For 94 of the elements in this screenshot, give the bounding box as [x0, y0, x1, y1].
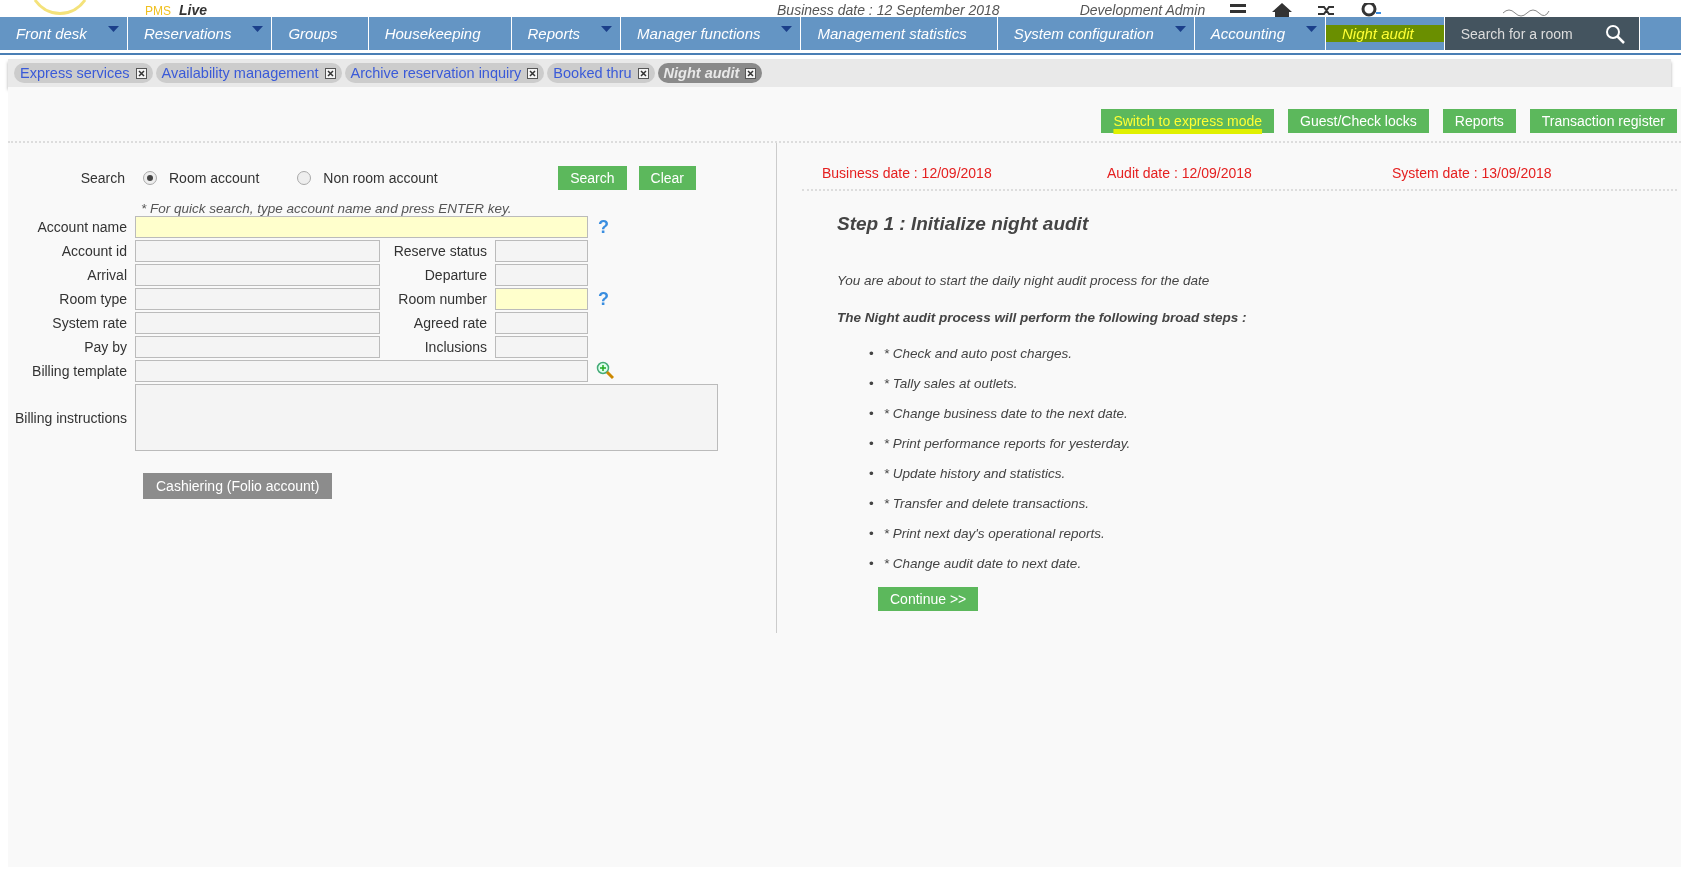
user-name: Development Admin	[1079, 3, 1206, 17]
field-label: Inclusions	[423, 339, 488, 355]
open-tab[interactable]: Night audit	[657, 63, 763, 83]
field-label: Arrival	[86, 267, 128, 283]
bullet-mark: •	[869, 376, 874, 392]
bullet-mark: •	[869, 556, 874, 572]
continue-button[interactable]: Continue >>	[878, 587, 979, 611]
radio-button[interactable]	[297, 171, 312, 185]
step-item: * Update history and statistics.	[883, 466, 1066, 482]
close-icon[interactable]	[745, 67, 757, 79]
open-tab[interactable]: Express services	[14, 63, 153, 83]
bullet-mark: •	[869, 466, 874, 482]
step-item: * Tally sales at outlets.	[883, 376, 1018, 392]
bullet-mark: •	[869, 406, 874, 422]
field-label: Account id	[60, 243, 128, 259]
date-text: Audit date : 12/09/2018	[1107, 165, 1253, 181]
field-label: System rate	[51, 315, 128, 331]
close-icon[interactable]	[527, 67, 539, 79]
field-label: Agreed rate	[412, 315, 488, 331]
field-label: Billing instructions	[13, 408, 128, 428]
input-field[interactable]	[495, 336, 588, 358]
toolbar-button[interactable]: Switch to express mode	[1101, 109, 1275, 133]
close-icon[interactable]	[637, 67, 649, 79]
input-field[interactable]	[135, 216, 588, 238]
radio-button[interactable]	[143, 171, 157, 185]
menu-item[interactable]: Reservations	[127, 17, 273, 50]
action-button[interactable]: Clear	[638, 166, 696, 190]
bullet-mark: •	[869, 436, 874, 452]
menu-item[interactable]: Front desk	[0, 17, 128, 50]
zoom-in-icon[interactable]	[596, 361, 614, 381]
input-field[interactable]	[135, 312, 380, 334]
bullet-mark: •	[869, 346, 874, 362]
step-item: * Check and auto post charges.	[883, 346, 1073, 362]
field-label: Room type	[58, 291, 128, 307]
field-label: Departure	[423, 267, 488, 283]
hint-text: * For quick search, type account name and press ENTER key.	[141, 201, 513, 216]
search-icon[interactable]	[1604, 23, 1625, 44]
help-link[interactable]: ?	[598, 288, 618, 310]
home-icon[interactable]	[1271, 3, 1294, 17]
intro-text: You are about to start the daily night audit process for the date	[837, 273, 1211, 288]
field-label: Room number	[397, 291, 488, 307]
field-label: Pay by	[83, 339, 128, 355]
menu-item[interactable]: Groups	[272, 17, 369, 50]
input-field[interactable]	[135, 240, 380, 262]
step-item: * Transfer and delete transactions.	[883, 496, 1090, 512]
close-icon[interactable]	[135, 67, 147, 79]
toolbar-button[interactable]: Transaction register	[1529, 109, 1677, 133]
field-label: Reserve status	[392, 243, 488, 259]
step-title: Step 1 : Initialize night audit	[837, 213, 1090, 235]
date-text: System date : 13/09/2018	[1392, 165, 1553, 181]
open-tab[interactable]: Archive reservation inquiry	[344, 63, 545, 83]
input-field[interactable]	[495, 288, 588, 310]
open-tab[interactable]: Booked thru	[547, 63, 655, 83]
step-item: * Change audit date to next date.	[883, 556, 1082, 572]
text-area[interactable]	[135, 384, 718, 451]
radio-option[interactable]: Non room account	[297, 170, 438, 186]
search-bar[interactable]: Search for a room	[1444, 17, 1640, 50]
step-item: * Print performance reports for yesterday.	[883, 436, 1131, 452]
refresh-icon[interactable]	[1359, 3, 1382, 17]
product-label: PMS	[145, 5, 171, 17]
bullet-mark: •	[869, 496, 874, 512]
input-field[interactable]	[135, 360, 588, 382]
input-field[interactable]	[495, 312, 588, 334]
step-item: * Print next day's operational reports.	[883, 526, 1105, 542]
environment-label: Live	[179, 3, 208, 17]
steps-heading: The Night audit process will perform the following broad steps :	[837, 310, 1248, 325]
radio-label: Room account	[169, 170, 260, 186]
room-search-field[interactable]: Search for a room	[1458, 24, 1593, 43]
input-field[interactable]	[135, 288, 380, 310]
close-icon[interactable]	[324, 67, 336, 79]
menu-item[interactable]: Housekeeping	[368, 17, 512, 50]
input-field[interactable]	[495, 264, 588, 286]
menu-item[interactable]: Manager functions	[621, 17, 802, 50]
field-label: Billing template	[31, 363, 128, 379]
menu-item[interactable]: Management statistics	[801, 17, 998, 50]
menu-item[interactable]: Night audit	[1326, 17, 1445, 50]
radio-option[interactable]: Room account	[143, 170, 260, 186]
search-label: Search	[79, 170, 126, 186]
toolbar-button[interactable]: Reports	[1442, 109, 1516, 133]
field-label: Account name	[36, 219, 128, 235]
date-text: Business date : 12/09/2018	[822, 165, 993, 181]
menu-item[interactable]: Reports	[511, 17, 622, 50]
input-field[interactable]	[135, 336, 380, 358]
radio-label: Non room account	[323, 170, 438, 186]
menu-item[interactable]: System configuration	[997, 17, 1195, 50]
toolbar-button[interactable]: Guest/Check locks	[1288, 109, 1429, 133]
business-date-text: Business date : 12 September 2018	[777, 3, 1000, 17]
action-button[interactable]: Search	[558, 166, 627, 190]
open-tab[interactable]: Availability management	[155, 63, 342, 83]
step-item: * Change business date to the next date.	[883, 406, 1128, 422]
help-link[interactable]: ?	[598, 216, 618, 238]
bullet-mark: •	[869, 526, 874, 542]
input-field[interactable]	[495, 240, 588, 262]
input-field[interactable]	[135, 264, 380, 286]
